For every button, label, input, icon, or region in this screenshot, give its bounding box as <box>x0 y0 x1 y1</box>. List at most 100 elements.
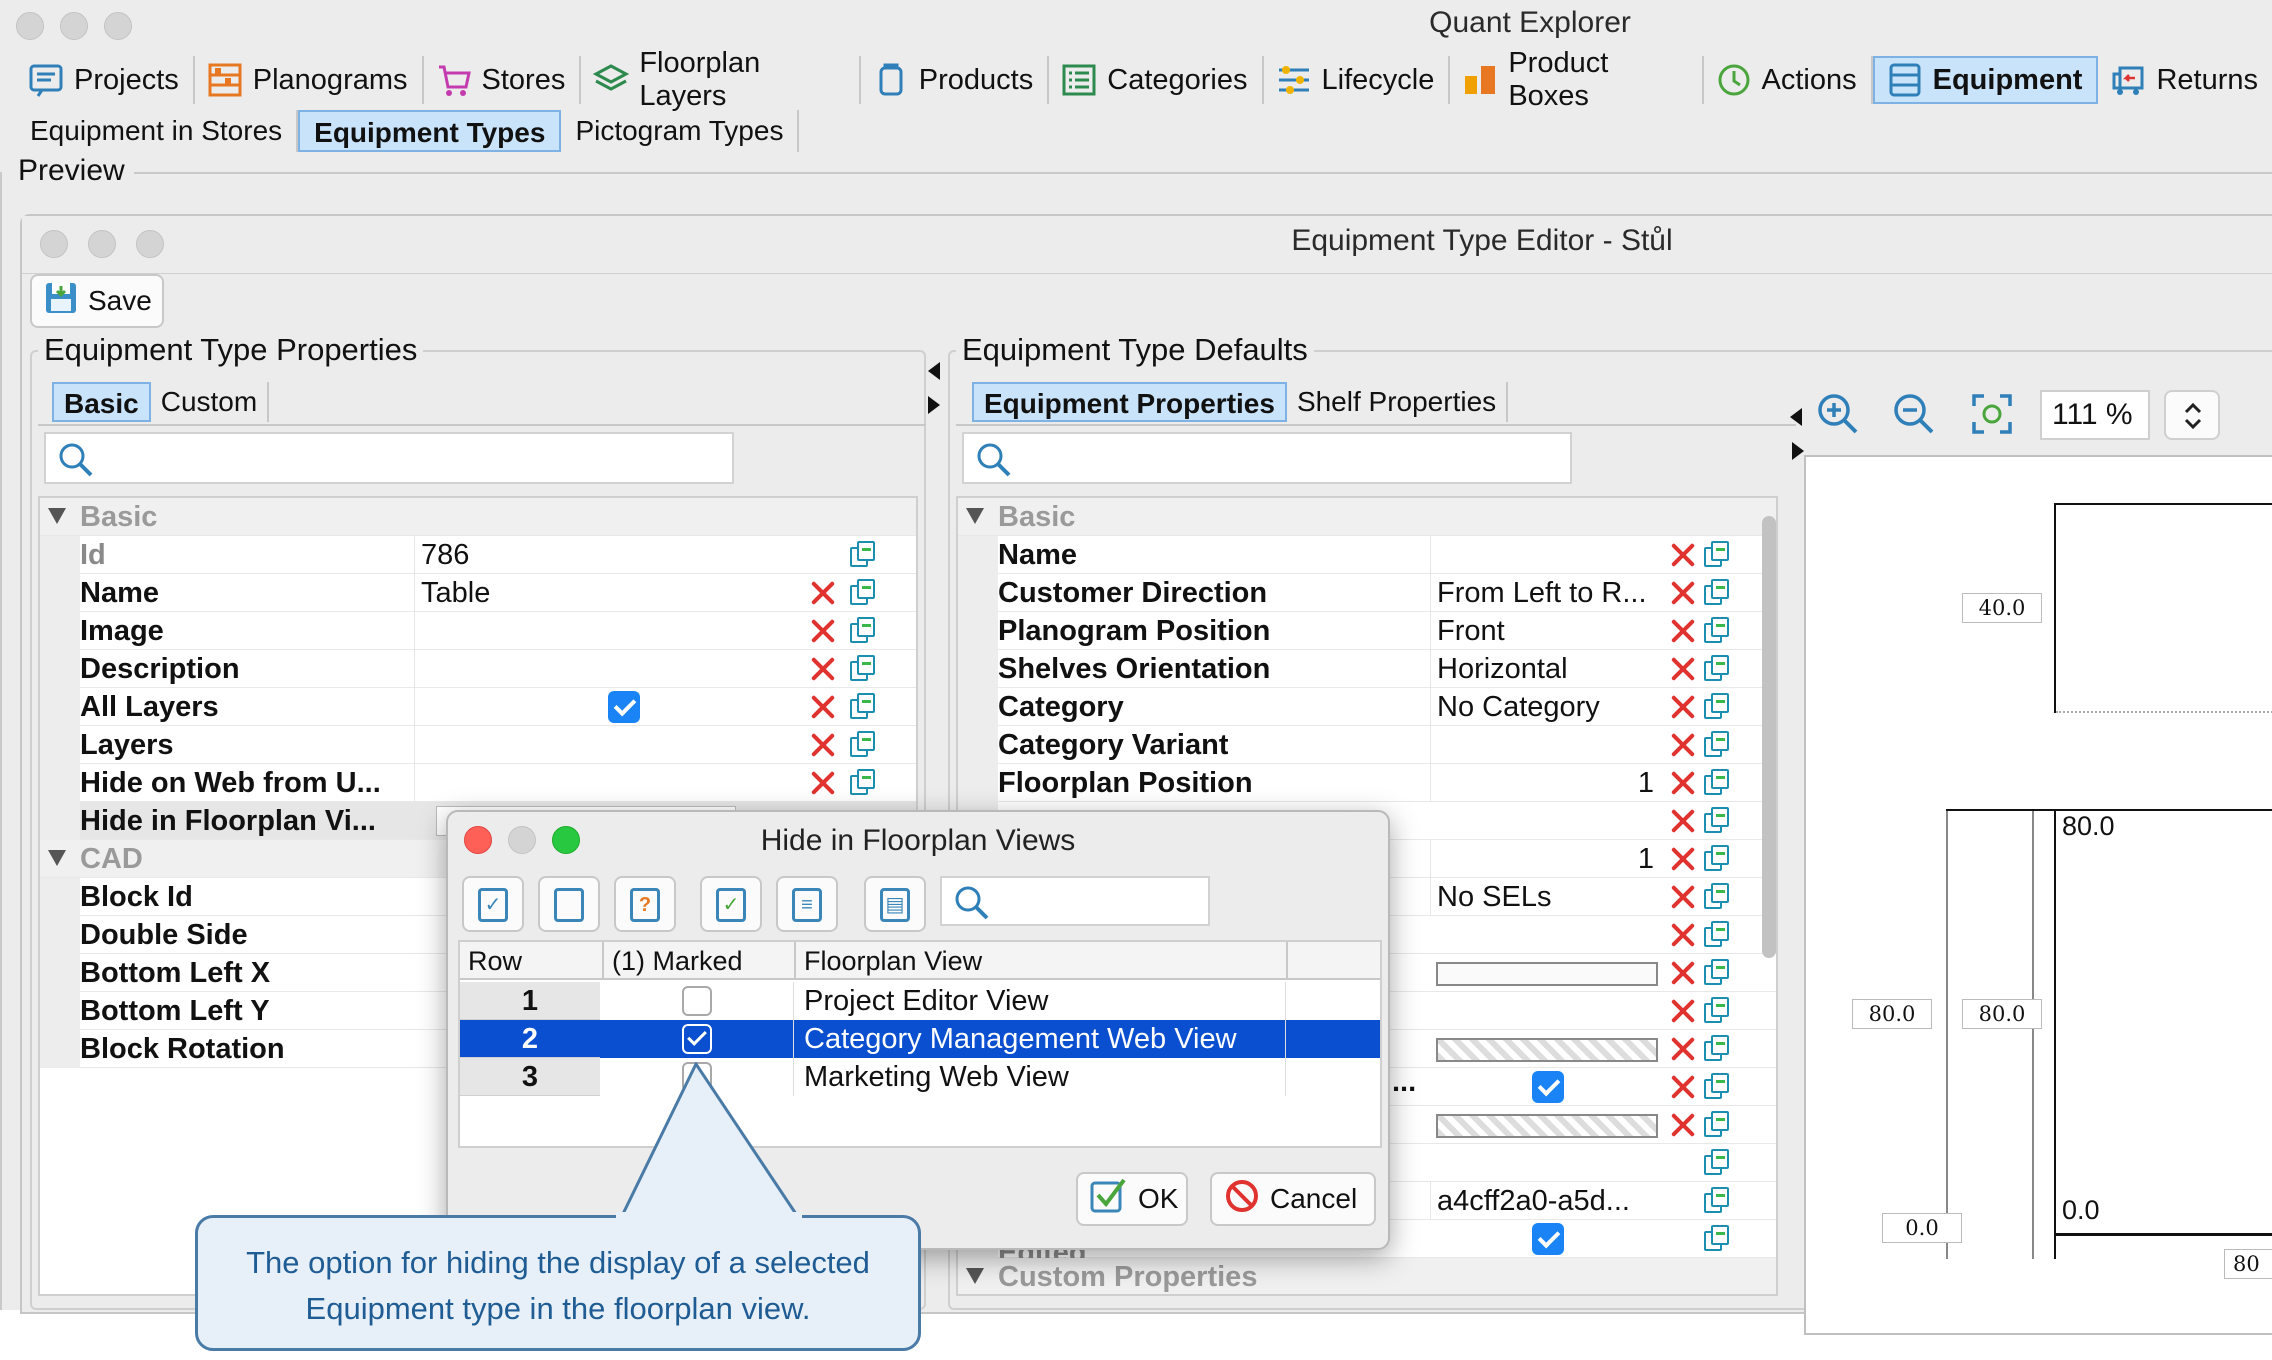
tab-lifecycle[interactable]: Lifecycle <box>1264 56 1451 104</box>
check-all-button[interactable]: ✓ <box>462 876 524 932</box>
property-row-layers[interactable]: Layers <box>40 726 916 764</box>
clear-icon[interactable] <box>1670 808 1696 834</box>
clear-icon[interactable] <box>810 732 836 758</box>
copy-icon[interactable] <box>1704 617 1730 645</box>
property-value[interactable] <box>1430 726 1660 764</box>
equipment-preview-canvas[interactable]: 40.0 80.0 80.0 80.0 0.0 0.0 80 <box>1804 455 2272 1335</box>
tab-stores[interactable]: Stores <box>424 56 582 104</box>
column-header-marked[interactable]: (1) Marked <box>604 942 796 980</box>
zoom-out-icon[interactable] <box>1892 392 1936 441</box>
copy-icon[interactable] <box>850 617 876 645</box>
clear-icon[interactable] <box>810 694 836 720</box>
property-value[interactable] <box>414 764 784 802</box>
table-row[interactable]: 3 Marketing Web View <box>460 1058 1380 1096</box>
tab-equipment-properties[interactable]: Equipment Properties <box>972 382 1287 422</box>
copy-icon[interactable] <box>1704 1035 1730 1063</box>
tab-equipment-in-stores[interactable]: Equipment in Stores <box>16 110 299 152</box>
filter-button[interactable]: ▤ <box>864 876 926 932</box>
fit-to-view-icon[interactable] <box>1970 392 2014 441</box>
marked-checkbox[interactable] <box>682 986 712 1016</box>
tab-basic[interactable]: Basic <box>52 382 151 422</box>
default-row-floorplan-position[interactable]: Floorplan Position 1 <box>958 764 1776 802</box>
property-value[interactable]: 1 <box>1430 764 1660 802</box>
transparent-swatch[interactable] <box>1436 1038 1658 1062</box>
copy-icon[interactable] <box>850 655 876 683</box>
dialog-search-input[interactable] <box>940 876 1210 926</box>
defaults-search-input[interactable] <box>962 432 1572 484</box>
copy-icon[interactable] <box>1704 693 1730 721</box>
all-layers-checkbox[interactable] <box>608 691 640 723</box>
default-row-planogram-position[interactable]: Planogram Position Front <box>958 612 1776 650</box>
copy-icon[interactable] <box>1704 1187 1730 1215</box>
property-value[interactable] <box>1430 536 1660 574</box>
property-value[interactable]: Front <box>1430 612 1660 650</box>
clear-icon[interactable] <box>1670 694 1696 720</box>
clear-icon[interactable] <box>1670 732 1696 758</box>
clear-icon[interactable] <box>1670 884 1696 910</box>
copy-icon[interactable] <box>1704 807 1730 835</box>
tab-projects[interactable]: Projects <box>16 56 195 104</box>
zoom-input[interactable]: 111 % <box>2040 390 2150 440</box>
check-selected-button[interactable]: ✓ <box>700 876 762 932</box>
property-row-id[interactable]: Id 786 <box>40 536 916 574</box>
copy-icon[interactable] <box>1704 997 1730 1025</box>
tab-equipment-types[interactable]: Equipment Types <box>298 110 562 152</box>
property-value[interactable]: No SELs <box>1430 878 1660 916</box>
editor-close-button[interactable] <box>40 230 68 258</box>
clear-icon[interactable] <box>1670 580 1696 606</box>
ok-button[interactable]: OK <box>1076 1172 1188 1226</box>
save-button[interactable]: Save <box>30 274 164 328</box>
marked-checkbox[interactable] <box>682 1024 712 1054</box>
tab-planograms[interactable]: Planograms <box>195 56 424 104</box>
clear-icon[interactable] <box>1670 618 1696 644</box>
clear-icon[interactable] <box>1670 998 1696 1024</box>
section-custom-properties[interactable]: Custom Properties <box>958 1258 1776 1294</box>
copy-icon[interactable] <box>850 579 876 607</box>
property-value[interactable]: From Left to R... <box>1430 574 1660 612</box>
table-row-selected[interactable]: 2 Category Management Web View <box>460 1020 1380 1058</box>
expand-right-arrow-icon[interactable] <box>1792 442 1804 460</box>
default-row-name[interactable]: Name <box>958 536 1776 574</box>
property-row-hide-on-web[interactable]: Hide on Web from U... <box>40 764 916 802</box>
editor-minimize-button[interactable] <box>88 230 116 258</box>
column-header-row[interactable]: Row <box>460 942 604 980</box>
tab-custom[interactable]: Custom <box>151 382 270 422</box>
clear-icon[interactable] <box>1670 770 1696 796</box>
default-row-category-variant[interactable]: Category Variant <box>958 726 1776 764</box>
clear-icon[interactable] <box>1670 656 1696 682</box>
clear-icon[interactable] <box>1670 542 1696 568</box>
invert-selection-button[interactable]: ? <box>614 876 676 932</box>
copy-icon[interactable] <box>850 541 876 569</box>
table-row[interactable]: 1 Project Editor View <box>460 982 1380 1020</box>
collapse-left-arrow-icon[interactable] <box>1790 408 1802 426</box>
defaults-scrollbar[interactable] <box>1762 516 1776 958</box>
copy-icon[interactable] <box>1704 731 1730 759</box>
clear-icon[interactable] <box>810 618 836 644</box>
tab-shelf-properties[interactable]: Shelf Properties <box>1287 382 1509 422</box>
tab-pictogram-types[interactable]: Pictogram Types <box>561 110 800 152</box>
clear-icon[interactable] <box>1670 960 1696 986</box>
transparent-swatch[interactable] <box>1436 1114 1658 1138</box>
copy-icon[interactable] <box>850 693 876 721</box>
editor-zoom-button[interactable] <box>136 230 164 258</box>
tab-products[interactable]: Products <box>861 56 1050 104</box>
zoom-stepper[interactable] <box>2164 390 2220 440</box>
property-value[interactable]: Table <box>414 574 784 612</box>
close-window-button[interactable] <box>16 12 44 40</box>
copy-icon[interactable] <box>1704 579 1730 607</box>
clear-icon[interactable] <box>810 770 836 796</box>
color-swatch[interactable] <box>1436 962 1658 986</box>
property-value[interactable] <box>414 726 784 764</box>
clear-icon[interactable] <box>810 580 836 606</box>
uncheck-all-button[interactable] <box>538 876 600 932</box>
property-value[interactable]: 1 <box>1430 840 1660 878</box>
clear-icon[interactable] <box>1670 1112 1696 1138</box>
properties-search-input[interactable] <box>44 432 734 484</box>
property-value[interactable] <box>414 650 784 688</box>
copy-icon[interactable] <box>1704 845 1730 873</box>
copy-icon[interactable] <box>1704 541 1730 569</box>
minimize-window-button[interactable] <box>60 12 88 40</box>
copy-icon[interactable] <box>850 769 876 797</box>
collapse-left-arrow-icon[interactable] <box>928 362 940 380</box>
property-row-name[interactable]: Name Table <box>40 574 916 612</box>
